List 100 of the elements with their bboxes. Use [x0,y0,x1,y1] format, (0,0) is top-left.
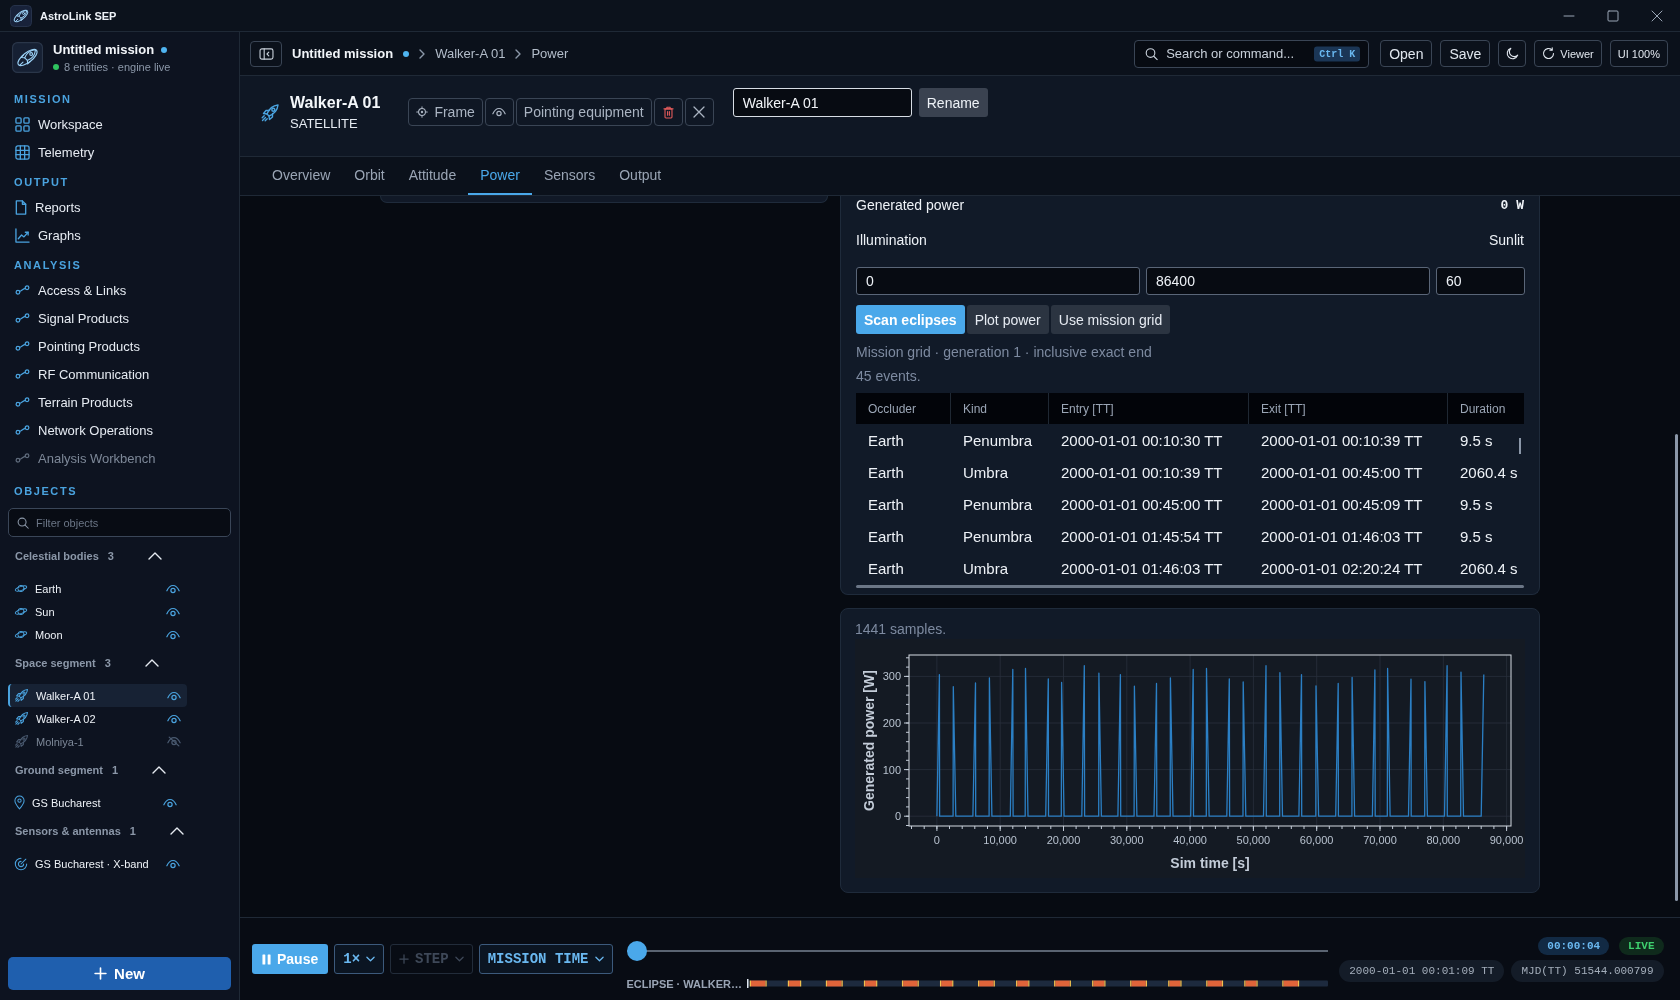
input-field[interactable]: 60 [1436,267,1525,295]
eye-icon[interactable] [167,690,181,701]
section-title: OBJECTS [13,484,79,499]
eye-off-icon[interactable] [167,736,181,747]
group-title: Sensors & antennas [15,825,121,837]
nav-item[interactable]: Access & Links [0,276,239,304]
location-pin-icon [14,795,25,810]
eye-icon[interactable] [166,629,180,640]
column-header[interactable]: Exit [TT] [1249,393,1448,424]
node-link-icon [15,285,30,295]
sidebar-toggle-button[interactable] [250,40,282,67]
tick-label: 200 [882,717,901,730]
planet-icon [14,583,28,594]
axis-label: Sim time [s] [1170,855,1250,871]
theme-button[interactable] [1498,40,1527,67]
save-button[interactable]: Save [1440,40,1491,67]
maximize-icon[interactable] [1607,9,1619,22]
input-field[interactable]: 86400 [1146,267,1430,295]
nav-item[interactable]: RF Communication [0,360,239,388]
pointing-equipment-button[interactable]: Pointing equipment [515,98,652,126]
object-item[interactable]: GS Bucharest · X-band [8,852,186,875]
column-header[interactable]: Entry [TT] [1049,393,1249,424]
rocket-icon [260,103,280,123]
column-header[interactable]: Duration [1448,393,1518,424]
rename-button[interactable]: Rename [918,88,988,117]
chevron-up-icon[interactable] [147,552,162,560]
object-item[interactable]: Molniya-1 [8,730,187,753]
column-header[interactable]: Kind [951,393,1049,424]
trash-icon [662,105,674,119]
object-item[interactable]: Walker-A 01 [8,684,187,707]
object-item[interactable]: Earth [8,577,186,600]
tick-label: 70,000 [1363,834,1397,846]
breadcrumb-link[interactable]: Walker-A 01 [435,46,506,61]
object-item[interactable]: Sun [8,600,186,623]
close-icon[interactable] [1651,9,1663,22]
rocket-icon [14,688,29,703]
nav-item[interactable]: Telemetry [0,138,239,166]
eye-icon[interactable] [166,606,180,617]
nav-item[interactable]: Signal Products [0,304,239,332]
tick-label: 300 [882,670,901,683]
action-button[interactable]: Plot power [966,305,1049,334]
tab[interactable]: Overview [260,157,343,195]
tab[interactable]: Sensors [531,157,608,195]
name-input[interactable]: Walker-A 01 [732,88,912,117]
time-mode-dropdown[interactable]: MISSION TIME [478,944,613,974]
table-cell-text: 9.5 s [1459,430,1494,451]
nav-item[interactable]: Workspace [0,110,239,138]
slider-thumb[interactable] [626,940,647,961]
group-count: 3 [104,657,111,669]
mjd-time-pill: MJD(TT) 51544.000799 [1511,959,1664,982]
speed-dropdown[interactable]: 1× [334,944,385,974]
eye-icon[interactable] [166,583,180,594]
table-cell-text: Umbra [962,462,1009,483]
nav-item[interactable]: Terrain Products [0,388,239,416]
chevron-up-icon[interactable] [144,659,159,667]
eye-icon[interactable] [167,713,181,724]
visibility-button[interactable] [484,98,514,126]
open-button[interactable]: Open [1380,40,1433,67]
nav-item[interactable]: Network Operations [0,416,239,444]
group-title: Celestial bodies [15,550,99,562]
object-item[interactable]: Moon [8,623,186,646]
tick-label: 40,000 [1173,834,1207,846]
chevron-up-icon[interactable] [169,827,184,835]
frame-button[interactable]: Frame [408,98,483,126]
delete-button[interactable] [653,98,683,126]
crosshair-icon [416,106,429,118]
tab[interactable]: Orbit [342,157,397,195]
nav-item[interactable]: Graphs [0,221,239,249]
tick-label: 0 [894,810,901,823]
table-cell-text: 9.5 s [1459,526,1494,547]
object-item[interactable]: Walker-A 02 [8,707,187,730]
minimize-icon[interactable] [1563,14,1575,17]
viewer-button[interactable]: Viewer [1534,40,1602,67]
scrollbar-thumb[interactable] [1675,434,1678,901]
table-cell-text: 2000-01-01 00:10:30 TT [1060,430,1224,451]
filter-field[interactable]: Filter objects [8,508,231,537]
table-cell-text: 2000-01-01 00:10:39 TT [1260,430,1424,451]
nav-item[interactable]: Reports [0,193,239,221]
rocket-logo-icon [12,42,43,73]
eye-icon[interactable] [166,858,180,869]
chevron-up-icon[interactable] [152,766,167,774]
nav-item[interactable]: Pointing Products [0,332,239,360]
pause-icon [262,953,271,965]
new-button[interactable]: New [8,957,231,990]
object-item[interactable]: GS Bucharest [8,791,183,814]
scrollbar-thumb[interactable] [856,585,1524,588]
field-label: Generated power [856,197,965,213]
column-header[interactable]: Occluder [856,393,951,424]
close-button[interactable] [684,98,714,126]
eye-icon[interactable] [163,797,177,808]
tab[interactable]: Attitude [396,157,469,195]
scrollbar-thumb[interactable] [1519,438,1521,454]
action-button[interactable]: Use mission grid [1050,305,1171,334]
tab[interactable]: Output [607,157,674,195]
breadcrumb-link[interactable]: Untitled mission [292,46,394,61]
field-value: Sunlit [1488,232,1524,248]
input-field[interactable]: 0 [856,267,1140,295]
section-title: OUTPUT [13,175,70,190]
ui-scale-button[interactable]: UI 100% [1609,40,1668,67]
search-icon [17,516,29,529]
